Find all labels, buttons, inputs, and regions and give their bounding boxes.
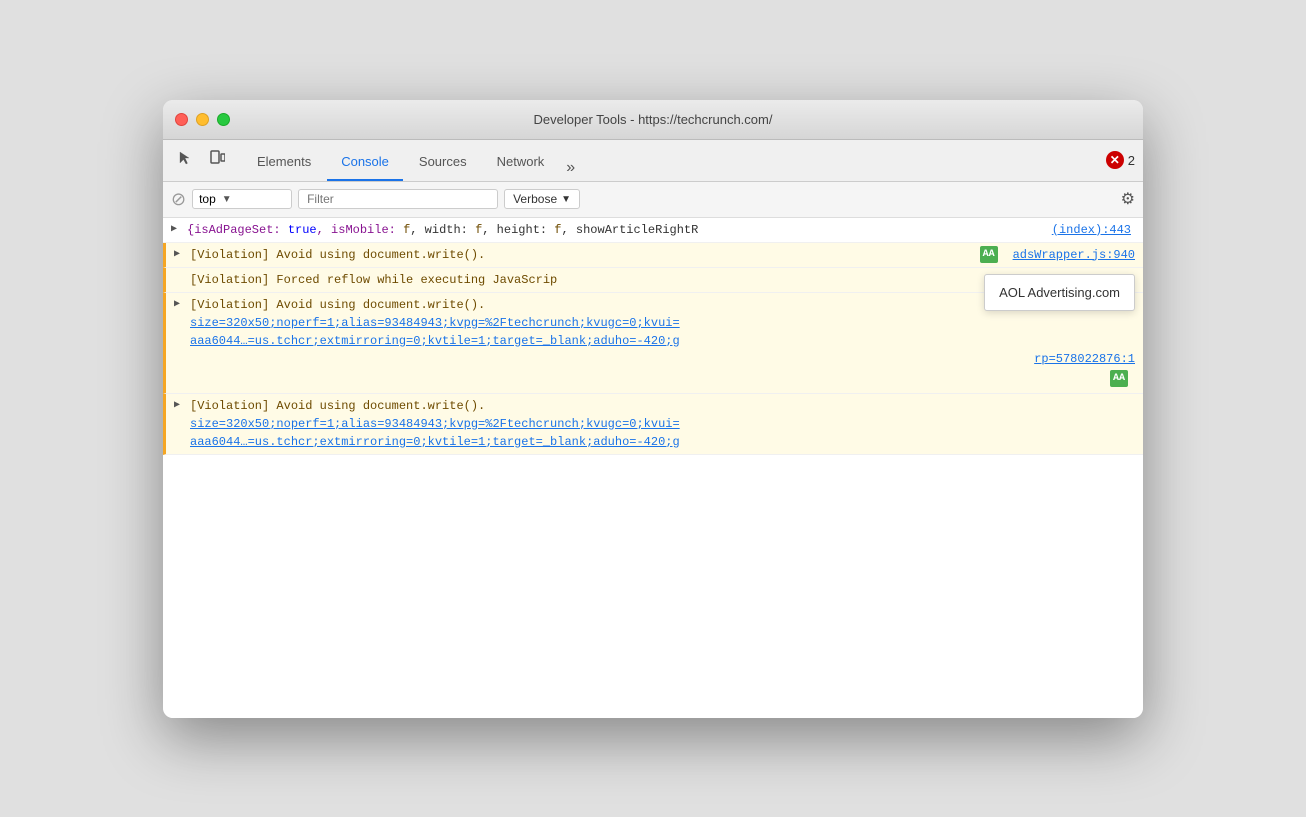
console-line: (index):443 ▶ {isAdPageSet: true, isMobi…	[163, 218, 1143, 243]
main-toolbar: Elements Console Sources Network » ✕ 2	[163, 140, 1143, 182]
maximize-button[interactable]	[217, 113, 230, 126]
aa-badge: AA	[980, 246, 998, 263]
select-element-button[interactable]	[171, 146, 199, 175]
context-selector[interactable]: top ▼	[192, 189, 292, 209]
error-count: 2	[1128, 153, 1135, 168]
log-level-selector[interactable]: Verbose ▼	[504, 189, 580, 209]
tab-console[interactable]: Console	[327, 145, 403, 181]
expand-icon[interactable]: ▶	[174, 398, 180, 413]
verbose-label: Verbose	[513, 192, 557, 206]
device-icon	[209, 150, 225, 166]
expand-icon[interactable]: ▶	[171, 222, 177, 237]
tab-elements[interactable]: Elements	[243, 145, 325, 181]
error-icon: ✕	[1106, 151, 1124, 169]
device-toolbar-button[interactable]	[203, 146, 231, 175]
titlebar: Developer Tools - https://techcrunch.com…	[163, 100, 1143, 140]
context-label: top	[199, 192, 216, 206]
tab-bar: Elements Console Sources Network »	[243, 140, 581, 181]
toolbar-right: ✕ 2	[1106, 151, 1135, 169]
window-title: Developer Tools - https://techcrunch.com…	[534, 112, 773, 127]
minimize-button[interactable]	[196, 113, 209, 126]
console-output: (index):443 ▶ {isAdPageSet: true, isMobi…	[163, 218, 1143, 718]
error-badge: ✕ 2	[1106, 151, 1135, 169]
traffic-lights	[175, 113, 230, 126]
console-line-violation-1: ▶ [Violation] Avoid using document.write…	[163, 243, 1143, 268]
sub-link-3[interactable]: rp=578022876:1	[1034, 350, 1135, 368]
filter-input[interactable]	[298, 189, 498, 209]
aa-badge-bottom: AA	[1110, 370, 1128, 387]
settings-button[interactable]: ⚙	[1121, 189, 1135, 209]
tooltip-text: AOL Advertising.com	[999, 285, 1120, 300]
expand-icon[interactable]: ▶	[174, 247, 180, 262]
context-chevron-icon: ▼	[222, 194, 232, 205]
tab-sources[interactable]: Sources	[405, 145, 481, 181]
tab-network[interactable]: Network	[483, 145, 559, 181]
cursor-icon	[177, 150, 193, 166]
sub-link-4[interactable]: size=320x50;noperf=1;alias=93484943;kvpg…	[190, 417, 680, 431]
close-button[interactable]	[175, 113, 188, 126]
devtools-window: Developer Tools - https://techcrunch.com…	[163, 100, 1143, 718]
source-link-adswrapper[interactable]: adsWrapper.js:940	[1013, 246, 1135, 264]
clear-console-button[interactable]: ⊘	[171, 190, 186, 208]
source-link-index[interactable]: (index):443	[1052, 221, 1131, 239]
verbose-chevron-icon: ▼	[561, 194, 571, 205]
expand-icon[interactable]: ▶	[174, 297, 180, 312]
console-toolbar: ⊘ top ▼ Verbose ▼ ⚙	[163, 182, 1143, 218]
console-line-violation-3: ▶ [Violation] Avoid using document.write…	[163, 394, 1143, 455]
sub-link-2[interactable]: aaa6044…=us.tchcr;extmirroring=0;kvtile=…	[190, 334, 680, 348]
sub-link-5[interactable]: aaa6044…=us.tchcr;extmirroring=0;kvtile=…	[190, 435, 680, 449]
more-tabs-button[interactable]: »	[560, 155, 581, 181]
sub-link[interactable]: size=320x50;noperf=1;alias=93484943;kvpg…	[190, 316, 680, 330]
aa-tooltip: AOL Advertising.com	[984, 274, 1135, 312]
